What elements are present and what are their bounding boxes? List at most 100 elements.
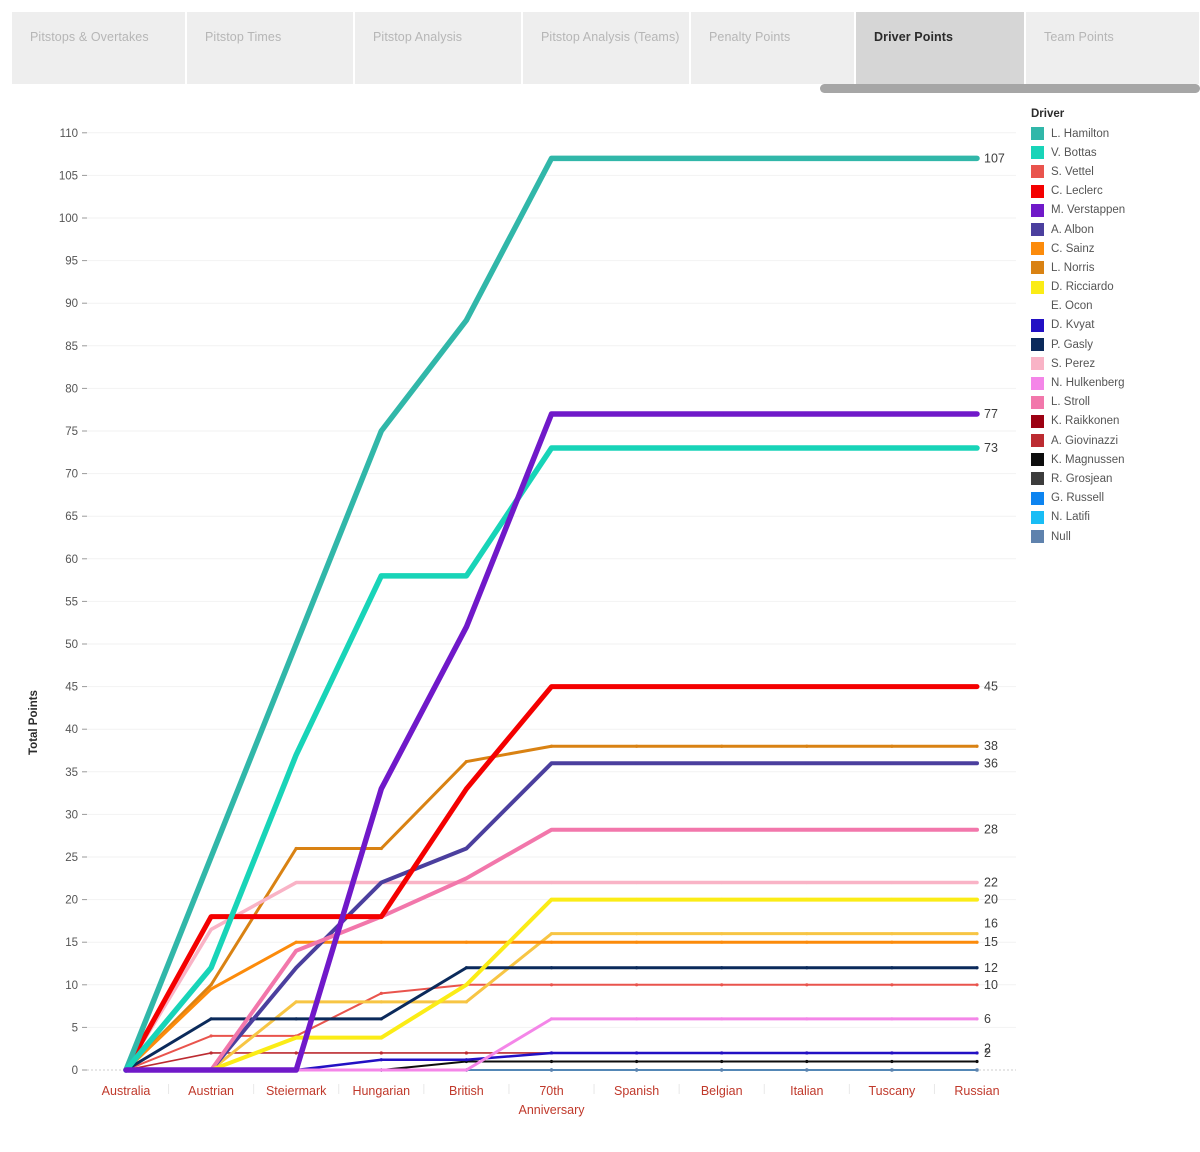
data-point[interactable] <box>804 684 809 689</box>
data-point[interactable] <box>975 940 979 944</box>
legend-item[interactable]: L. Hamilton <box>1031 124 1196 143</box>
data-point[interactable] <box>378 428 384 434</box>
data-point[interactable] <box>208 965 214 971</box>
data-point[interactable] <box>805 828 809 832</box>
tab-pitstops-overtakes[interactable]: Pitstops & Overtakes <box>12 12 187 84</box>
legend-item[interactable]: A. Giovinazzi <box>1031 431 1196 450</box>
tab-penalty-points[interactable]: Penalty Points <box>691 12 856 84</box>
data-point[interactable] <box>464 1051 468 1055</box>
data-point[interactable] <box>890 940 894 944</box>
data-point[interactable] <box>720 828 724 832</box>
data-point[interactable] <box>635 1068 639 1072</box>
data-point[interactable] <box>464 876 469 880</box>
data-point[interactable] <box>293 641 299 647</box>
data-point[interactable] <box>635 1051 639 1055</box>
series-s-perez[interactable] <box>124 880 979 1072</box>
legend-item[interactable]: A. Albon <box>1031 220 1196 239</box>
data-point[interactable] <box>635 1017 639 1021</box>
data-point[interactable] <box>379 991 383 995</box>
data-point[interactable] <box>890 880 894 885</box>
data-point[interactable] <box>975 828 979 832</box>
data-point[interactable] <box>379 914 384 919</box>
data-point[interactable] <box>975 966 979 970</box>
data-point[interactable] <box>379 880 383 885</box>
data-point[interactable] <box>464 573 469 579</box>
data-point[interactable] <box>549 940 554 944</box>
data-point[interactable] <box>975 880 979 885</box>
data-point[interactable] <box>805 983 809 987</box>
data-point[interactable] <box>974 411 980 417</box>
data-point[interactable] <box>890 1068 894 1072</box>
data-point[interactable] <box>974 156 980 161</box>
data-point[interactable] <box>209 1017 213 1021</box>
data-point[interactable] <box>890 761 894 765</box>
data-point[interactable] <box>549 1059 554 1064</box>
data-point[interactable] <box>549 880 554 885</box>
data-point[interactable] <box>549 897 554 902</box>
data-point[interactable] <box>464 624 469 630</box>
data-point[interactable] <box>890 932 894 936</box>
series-line[interactable] <box>124 940 979 1072</box>
data-point[interactable] <box>804 445 810 451</box>
legend-item[interactable]: V. Bottas <box>1031 143 1196 162</box>
series-e-ocon[interactable] <box>124 932 979 1072</box>
data-point[interactable] <box>549 744 554 748</box>
tab-team-points[interactable]: Team Points <box>1026 12 1200 84</box>
data-point[interactable] <box>293 1067 299 1073</box>
data-point[interactable] <box>294 1035 298 1040</box>
data-point[interactable] <box>890 1017 894 1021</box>
data-point[interactable] <box>294 949 298 953</box>
data-point[interactable] <box>634 684 639 689</box>
tab-driver-points[interactable]: Driver Points <box>856 12 1026 84</box>
data-point[interactable] <box>804 411 810 417</box>
data-point[interactable] <box>720 1017 724 1021</box>
data-point[interactable] <box>549 761 554 765</box>
x-axis-tick-label[interactable]: Spanish <box>614 1084 659 1098</box>
tab-pitstop-analysis[interactable]: Pitstop Analysis <box>355 12 523 84</box>
data-point[interactable] <box>975 932 979 936</box>
data-point[interactable] <box>720 966 724 970</box>
data-point[interactable] <box>209 983 213 987</box>
data-point[interactable] <box>634 411 639 417</box>
legend-item[interactable]: P. Gasly <box>1031 335 1196 354</box>
data-point[interactable] <box>720 1068 724 1072</box>
data-point[interactable] <box>635 966 639 970</box>
data-point[interactable] <box>294 966 298 970</box>
data-point[interactable] <box>719 156 725 161</box>
data-point[interactable] <box>209 1051 213 1055</box>
data-point[interactable] <box>720 932 724 936</box>
data-point[interactable] <box>378 573 384 579</box>
data-point[interactable] <box>294 940 298 944</box>
series-n-hulkenberg[interactable] <box>124 1017 979 1072</box>
data-point[interactable] <box>635 1059 639 1064</box>
data-point[interactable] <box>634 156 639 161</box>
data-point[interactable] <box>379 1051 383 1055</box>
data-point[interactable] <box>549 932 554 936</box>
legend-item[interactable]: G. Russell <box>1031 489 1196 508</box>
legend-item[interactable]: S. Perez <box>1031 354 1196 373</box>
horizontal-scrollbar[interactable] <box>820 84 1200 93</box>
series-m-verstappen[interactable] <box>123 411 980 1073</box>
data-point[interactable] <box>635 940 639 944</box>
data-point[interactable] <box>464 1058 468 1062</box>
legend-item[interactable]: D. Kvyat <box>1031 316 1196 335</box>
data-point[interactable] <box>208 854 214 860</box>
data-point[interactable] <box>209 1034 213 1038</box>
data-point[interactable] <box>379 940 383 944</box>
data-point[interactable] <box>464 983 469 987</box>
data-point[interactable] <box>549 828 554 832</box>
data-point[interactable] <box>293 752 299 758</box>
data-point[interactable] <box>209 927 213 932</box>
data-point[interactable] <box>379 1068 383 1072</box>
data-point[interactable] <box>294 1017 298 1021</box>
data-point[interactable] <box>464 966 468 970</box>
data-point[interactable] <box>209 987 213 991</box>
x-axis-tick-label[interactable]: British <box>449 1084 484 1098</box>
data-point[interactable] <box>549 966 554 970</box>
data-point[interactable] <box>890 983 894 987</box>
data-point[interactable] <box>720 897 724 902</box>
legend-item[interactable]: C. Sainz <box>1031 239 1196 258</box>
data-point[interactable] <box>378 786 384 792</box>
data-point[interactable] <box>890 828 894 832</box>
data-point[interactable] <box>294 914 299 919</box>
